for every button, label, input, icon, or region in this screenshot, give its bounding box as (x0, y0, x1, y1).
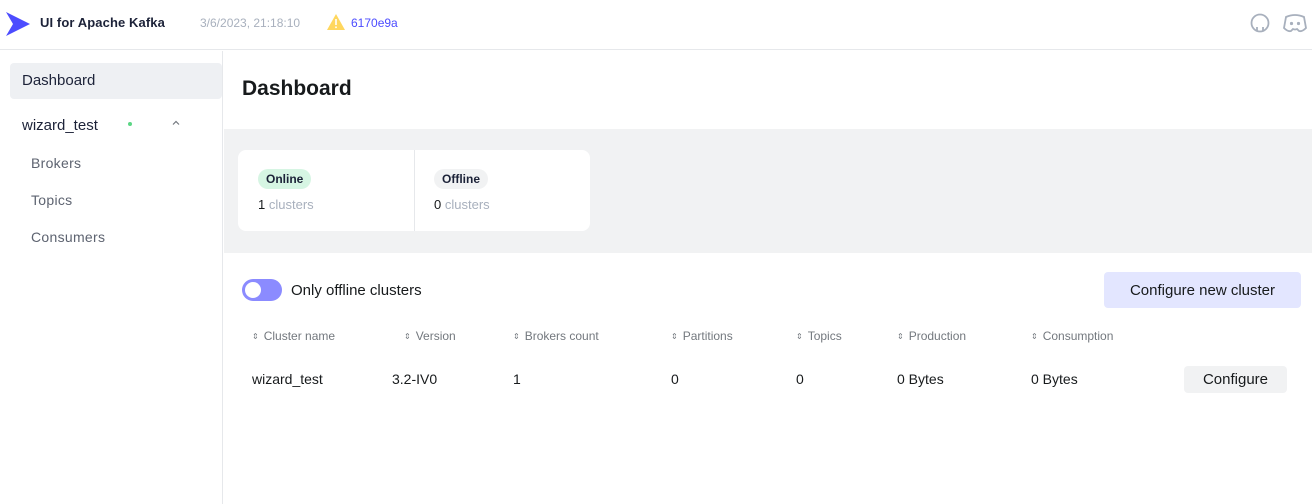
column-header-label: Topics (807, 329, 842, 343)
cell-cluster-name[interactable]: wizard_test (252, 371, 323, 387)
chevron-up-icon[interactable] (170, 117, 182, 129)
online-count: 1 clusters (258, 197, 314, 212)
cell-version: 3.2-IV0 (392, 371, 438, 387)
cell-partitions: 0 (671, 371, 679, 387)
sidebar-cluster-wizard-test[interactable]: wizard_test (10, 109, 222, 141)
github-icon[interactable] (1249, 12, 1271, 34)
column-header-topics[interactable]: ⇕ Topics (796, 329, 842, 343)
sort-icon: ⇕ (796, 332, 803, 341)
cell-brokers-count: 1 (513, 371, 521, 387)
app-title[interactable]: UI for Apache Kafka (40, 15, 165, 30)
column-header-label: Production (908, 329, 967, 343)
column-header-label: Cluster name (263, 329, 336, 343)
sidebar: Dashboard wizard_test Brokers Topics Con… (0, 51, 223, 504)
cluster-status-dot (128, 122, 132, 126)
sort-icon: ⇕ (671, 332, 678, 341)
sort-icon: ⇕ (513, 332, 520, 341)
offline-count-value: 0 (434, 197, 442, 212)
cell-production: 0 Bytes (897, 371, 944, 387)
column-header-label: Brokers count (524, 329, 599, 343)
sidebar-item-topics[interactable]: Topics (31, 192, 72, 208)
offline-count: 0 clusters (434, 197, 490, 212)
online-count-unit: clusters (268, 197, 314, 212)
column-header-version[interactable]: ⇕ Version (404, 329, 456, 343)
sort-icon: ⇕ (897, 332, 904, 341)
offline-count-unit: clusters (444, 197, 490, 212)
online-count-value: 1 (258, 197, 266, 212)
sort-icon: ⇕ (252, 332, 259, 341)
column-header-consumption[interactable]: ⇕ Consumption (1031, 329, 1113, 343)
configure-new-cluster-button[interactable]: Configure new cluster (1104, 272, 1301, 308)
sort-icon: ⇕ (404, 332, 411, 341)
toggle-knob (245, 282, 261, 298)
sort-icon: ⇕ (1031, 332, 1038, 341)
column-header-cluster-name[interactable]: ⇕ Cluster name (252, 329, 335, 343)
online-stat: Online 1 clusters (238, 150, 414, 231)
column-header-label: Version (415, 329, 456, 343)
sidebar-item-brokers[interactable]: Brokers (31, 155, 81, 171)
commit-link[interactable]: 6170e9a (351, 16, 398, 30)
offline-clusters-toggle[interactable] (242, 279, 282, 301)
page-title: Dashboard (242, 77, 352, 100)
column-header-label: Consumption (1042, 329, 1114, 343)
sidebar-cluster-name: wizard_test (22, 117, 98, 134)
warning-icon (327, 14, 345, 30)
offline-badge: Offline (434, 169, 488, 189)
column-header-partitions[interactable]: ⇕ Partitions (671, 329, 733, 343)
offline-clusters-toggle-label[interactable]: Only offline clusters (291, 282, 422, 299)
sidebar-item-dashboard[interactable]: Dashboard (10, 63, 222, 99)
cell-topics: 0 (796, 371, 804, 387)
sidebar-item-consumers[interactable]: Consumers (31, 229, 105, 245)
column-header-brokers-count[interactable]: ⇕ Brokers count (513, 329, 599, 343)
top-navbar: UI for Apache Kafka 3/6/2023, 21:18:10 6… (0, 0, 1312, 50)
column-header-production[interactable]: ⇕ Production (897, 329, 966, 343)
column-header-label: Partitions (682, 329, 733, 343)
cell-consumption: 0 Bytes (1031, 371, 1078, 387)
kafka-ui-logo-icon[interactable] (5, 10, 31, 38)
discord-icon[interactable] (1282, 12, 1308, 34)
configure-cluster-button[interactable]: Configure (1184, 366, 1287, 393)
cluster-stats-card: Online 1 clusters Offline 0 clusters (238, 150, 590, 231)
sidebar-item-label: Dashboard (22, 72, 96, 89)
offline-stat: Offline 0 clusters (414, 150, 590, 231)
online-badge: Online (258, 169, 312, 189)
build-date: 3/6/2023, 21:18:10 (200, 16, 301, 30)
